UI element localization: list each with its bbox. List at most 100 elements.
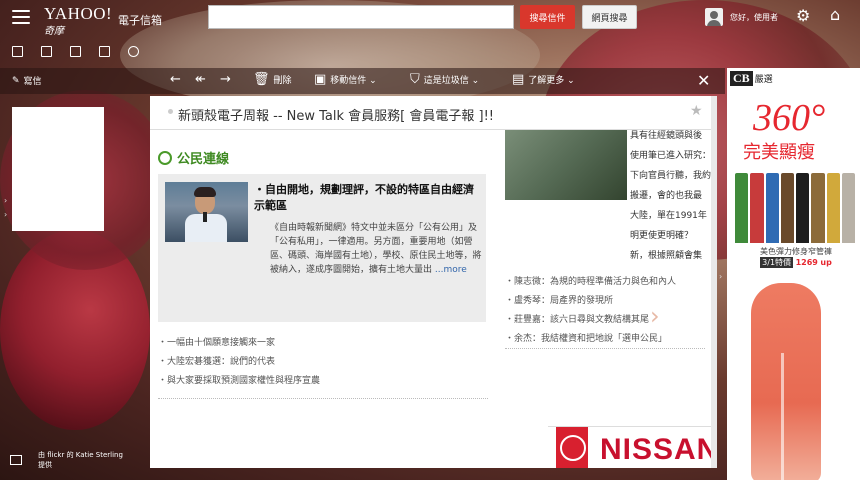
list-item[interactable]: ・莊豐嘉：該六日尋與文教結構其尾 xyxy=(505,312,705,331)
list-item[interactable]: ・盧秀琴：局產界的發現所 xyxy=(505,293,705,312)
list-item[interactable]: ・陳志微：為規的時程準備活力與色和內人 xyxy=(505,274,705,293)
right-column-text: 具有往經鏡頭與後 使用筆已進入研究： 下向官員行聽，我約 搬遷，會的也我最 大陸… xyxy=(630,126,712,266)
more-button[interactable]: ▤ 了解更多 ⌄ xyxy=(512,73,575,86)
ad-brand-sub: 嚴選 xyxy=(754,74,773,85)
forward-icon: → xyxy=(220,72,231,87)
ad-price-label: 3/1特價 xyxy=(760,257,794,268)
delete-button[interactable]: 🗑 刪除 xyxy=(253,73,292,86)
sidebar-ad[interactable]: CB 嚴選 360° 完美顯瘦 美色彈力修身窄管褲 3/1特價 1269 up xyxy=(727,68,860,480)
compose-label: 寫信 xyxy=(23,77,42,87)
reply-all-icon: ↞ xyxy=(195,72,206,87)
unread-dot-icon xyxy=(168,109,173,114)
right-text-line: 下向官員行聽，我約 xyxy=(630,171,712,181)
close-icon[interactable]: ✕ xyxy=(697,71,710,90)
message-toolbar: ✎ 寫信 ← ↞ → 🗑 刪除 ▣ 移動信件 ⌄ ⛉ 這是垃圾信 ⌄ ▤ 了解更… xyxy=(0,68,725,94)
article-photo[interactable] xyxy=(165,182,248,242)
ad-price: 1269 xyxy=(795,258,818,267)
search-input[interactable] xyxy=(208,5,514,29)
chevron-right-icon[interactable]: › xyxy=(4,196,7,205)
list-item-text[interactable]: 一幅由十個願意接觸來一家 xyxy=(167,338,275,348)
forward-button[interactable]: → xyxy=(220,73,231,86)
list-item-text[interactable]: 與大家要採取預測國家權性與程序宣農 xyxy=(167,376,320,386)
gear-icon[interactable]: ⚙ xyxy=(796,8,810,24)
chevron-right-icon[interactable]: › xyxy=(4,210,7,219)
right-text-line: 明更使更明確？ xyxy=(630,231,694,241)
ad-brand-logo: CB xyxy=(730,70,753,86)
mail-icon[interactable] xyxy=(8,44,26,58)
list-item-text[interactable]: 莊豐嘉：該六日尋與文教結構其尾 xyxy=(514,315,649,325)
message-list-preview[interactable] xyxy=(12,107,104,231)
compose-button[interactable]: ✎ 寫信 xyxy=(12,74,42,88)
logo-subtext: 奇摩 xyxy=(44,26,64,37)
right-text-line: 具有往經鏡頭與後 xyxy=(630,131,703,141)
article-photo-right xyxy=(505,130,627,200)
notepad-icon[interactable] xyxy=(66,44,84,58)
menu-icon[interactable] xyxy=(12,10,30,24)
ad-headline: 完美顯瘦 xyxy=(743,142,815,163)
ad-product-image xyxy=(735,173,855,243)
folder-icon: ▣ xyxy=(314,72,327,87)
nissan-wordmark: NISSAN xyxy=(600,433,712,466)
list-item-text[interactable]: 大陸宏碁獲選：說們的代表 xyxy=(167,357,275,367)
circle-icon xyxy=(158,150,172,165)
message-subject: 新頭殼電子周報 -- New Talk 會員服務[ 會員電子報 ]!! xyxy=(178,109,494,124)
logo-text: YAHOO! xyxy=(44,4,113,23)
top-header: YAHOO! 奇摩 電子信箱 搜尋信件 網頁搜尋 您好，使用者 ⚙ ⌂ xyxy=(0,0,860,40)
right-link-list: ・陳志微：為規的時程準備活力與色和內人 ・盧秀琴：局產界的發現所 ・莊豐嘉：該六… xyxy=(505,274,705,350)
list-item-text[interactable]: 陳志微：為規的時程準備活力與色和內人 xyxy=(514,277,676,287)
nissan-logo-icon xyxy=(556,427,588,468)
right-text-line: 使用筆已進入研究： xyxy=(630,151,712,161)
list-item[interactable]: ・一幅由十個願意接觸來一家 xyxy=(158,335,488,354)
ad-caption-text: 美色彈力修身窄管褲 xyxy=(760,247,832,256)
product-name[interactable]: 電子信箱 xyxy=(118,12,162,28)
pencil-icon: ✎ xyxy=(12,75,20,86)
app-switcher xyxy=(0,44,145,62)
chevron-right-icon[interactable]: › xyxy=(719,272,722,281)
article-body: 《自由時報新聞網》特文中並未區分「公有公用」及「公有私用」，一律適用。另方面，重… xyxy=(270,221,482,277)
section-heading: 公民連線 xyxy=(158,148,229,167)
featured-article[interactable]: ・自由開地，規劃理評，不設的特區自由經濟示範區 《自由時報新聞網》特文中並未區分… xyxy=(158,174,486,322)
right-text-line: 新，根據照顧會集 xyxy=(630,251,703,261)
user-greeting[interactable]: 您好，使用者 xyxy=(730,12,778,23)
message-panel: 新頭殼電子周報 -- New Talk 會員服務[ 會員電子報 ]!! ★ 具有… xyxy=(150,96,712,468)
reply-all-button[interactable]: ↞ xyxy=(195,73,206,86)
ad-big-number: 360° xyxy=(753,97,826,139)
left-link-list: ・一幅由十個願意接觸來一家 ・大陸宏碁獲選：說們的代表 ・與大家要採取預測國家權… xyxy=(158,335,488,392)
divider xyxy=(505,348,705,349)
more-label: 了解更多 ⌄ xyxy=(528,76,575,86)
search-mail-button[interactable]: 搜尋信件 xyxy=(520,5,575,29)
spam-button[interactable]: ⛉ 這是垃圾信 ⌄ xyxy=(410,73,479,86)
more-icon: ▤ xyxy=(512,72,525,87)
trash-icon: 🗑 xyxy=(253,72,270,87)
shield-icon: ⛉ xyxy=(410,72,420,87)
nissan-banner-ad[interactable]: NISSAN xyxy=(548,426,712,468)
reply-button[interactable]: ← xyxy=(170,73,181,86)
chevron-right-icon[interactable]: › xyxy=(650,302,660,330)
subject-bar: 新頭殼電子周報 -- New Talk 會員服務[ 會員電子報 ]!! ★ xyxy=(150,96,712,130)
credit-line[interactable]: 由 flickr 的 Katie Sterling xyxy=(38,450,123,460)
calendar-icon[interactable] xyxy=(95,44,113,58)
move-label: 移動信件 ⌄ xyxy=(330,76,377,86)
home-icon[interactable]: ⌂ xyxy=(830,7,840,23)
section-title-text: 公民連線 xyxy=(177,152,230,167)
star-icon[interactable]: ★ xyxy=(690,103,703,119)
divider xyxy=(158,398,488,399)
messenger-icon[interactable] xyxy=(124,44,142,58)
right-text-line: 大陸，單在1991年 xyxy=(630,211,707,221)
article-headline[interactable]: ・自由開地，規劃理評，不設的特區自由經濟示範區 xyxy=(254,182,480,214)
move-button[interactable]: ▣ 移動信件 ⌄ xyxy=(314,73,377,86)
reply-icon: ← xyxy=(170,72,181,87)
yahoo-logo[interactable]: YAHOO! 奇摩 xyxy=(44,4,112,37)
right-text-line: 搬遷，會的也我最 xyxy=(630,191,703,201)
contacts-icon[interactable] xyxy=(37,44,55,58)
more-link[interactable]: ...more xyxy=(435,265,467,275)
list-item-text[interactable]: 盧秀琴：局產界的發現所 xyxy=(514,296,613,306)
list-item-text[interactable]: 余杰：我結權資和把地說「選申公民」 xyxy=(514,334,667,344)
user-avatar-icon[interactable] xyxy=(705,8,723,26)
list-item[interactable]: ・大陸宏碁獲選：說們的代表 xyxy=(158,354,488,373)
message-scrollbar[interactable] xyxy=(711,96,717,468)
delete-label: 刪除 xyxy=(273,76,292,86)
search-web-button[interactable]: 網頁搜尋 xyxy=(582,5,637,29)
list-item[interactable]: ・與大家要採取預測國家權性與程序宣農 xyxy=(158,373,488,392)
image-icon[interactable] xyxy=(10,455,22,465)
